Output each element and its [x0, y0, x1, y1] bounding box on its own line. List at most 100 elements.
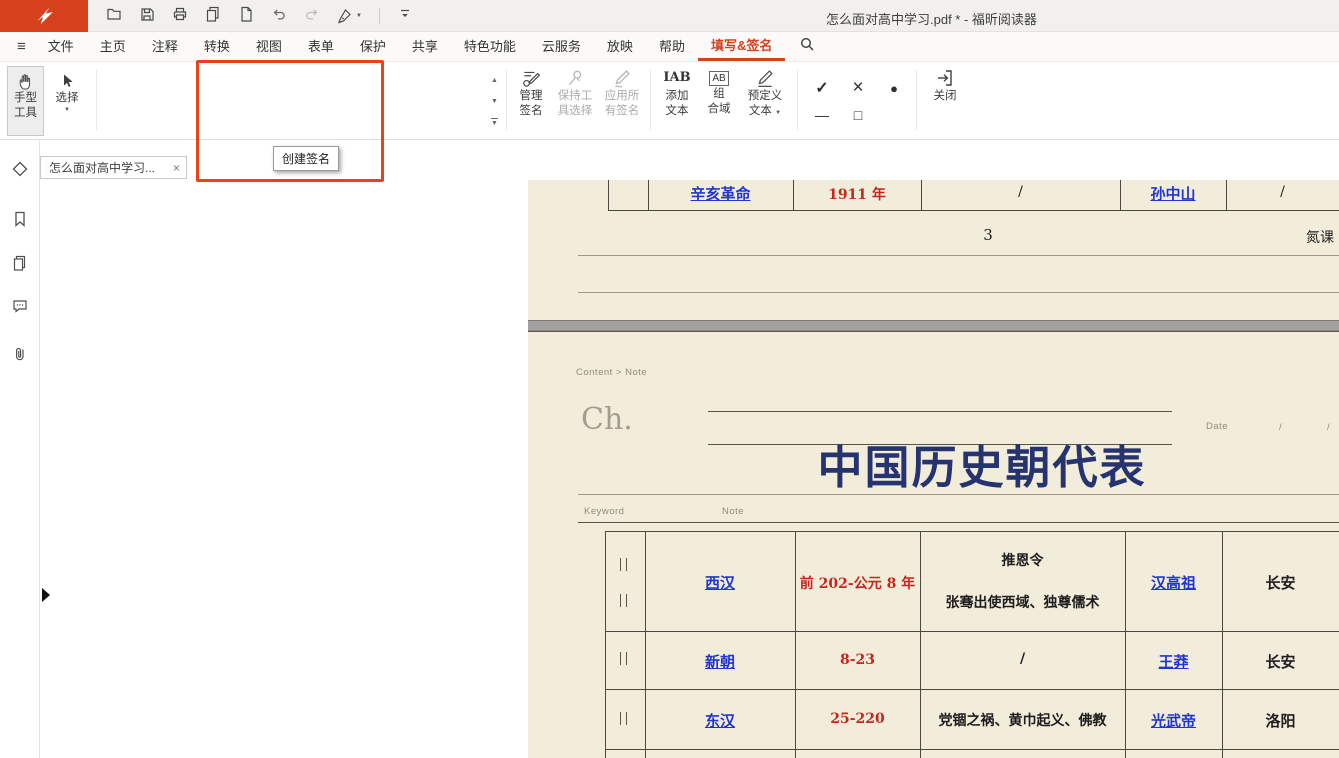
copy-icon	[205, 6, 221, 22]
tab-features[interactable]: 特色功能	[451, 32, 529, 61]
table-row-ruler-link[interactable]: 汉高祖	[1125, 572, 1222, 593]
printer-icon	[172, 6, 188, 22]
line-icon: —	[815, 107, 829, 123]
exit-icon	[935, 68, 955, 88]
select-tool-label: 选择	[56, 92, 79, 105]
doc-link-xinhai[interactable]: 辛亥革命	[648, 183, 793, 204]
save-button[interactable]	[139, 6, 155, 27]
template-chapter-label: Ch.	[581, 402, 633, 437]
tab-close-icon[interactable]: ×	[173, 161, 180, 175]
foxit-logo-icon	[31, 3, 57, 29]
apply-signature-pen-icon	[612, 68, 632, 88]
tab-protect[interactable]: 保护	[347, 32, 399, 61]
table-row-dynasty-link[interactable]: 新朝	[645, 651, 795, 672]
tab-form[interactable]: 表单	[295, 32, 347, 61]
open-file-button[interactable]	[106, 6, 122, 27]
rectangle-icon: □	[854, 107, 862, 123]
eraser-panel-button[interactable]	[11, 160, 29, 178]
predefined-text-button[interactable]: 预定义 文本 ▼	[741, 68, 789, 118]
create-signature-tooltip: 创建签名	[273, 146, 339, 171]
predefined-text-label-1: 预定义	[748, 90, 783, 103]
tab-comment[interactable]: 注释	[139, 32, 191, 61]
grid-line	[608, 180, 609, 210]
margin-mark	[620, 594, 627, 607]
predefined-text-label-2: 文本 ▼	[749, 105, 781, 118]
signature-more-button[interactable]: ▼	[487, 115, 502, 130]
menubar: ≡ 文件 主页 注释 转换 视图 表单 保护 共享 特色功能 云服务 放映 帮助…	[0, 32, 1339, 62]
tab-convert[interactable]: 转换	[191, 32, 243, 61]
rectangle-mark-button[interactable]: □	[844, 103, 872, 127]
signature-scroll-down-button[interactable]: ▼	[487, 94, 502, 109]
tab-share[interactable]: 共享	[399, 32, 451, 61]
keep-tool-selected-button[interactable]: 保持工 具选择	[554, 68, 596, 118]
template-keyword-label: Keyword	[584, 506, 624, 517]
signature-scroll-up-button[interactable]: ▲	[487, 73, 502, 88]
doc-number: 3	[958, 226, 1018, 244]
scroll-down-icon: ▼	[491, 98, 498, 105]
ribbon: 手型 工具 选择 ▼ 福昕 + ▲ ▼ ▼	[0, 62, 1339, 140]
toolbar-collapse-button[interactable]	[397, 6, 413, 27]
table-row-ruler-link[interactable]: 王莽	[1125, 651, 1222, 672]
manage-signature-icon	[521, 68, 541, 88]
tab-help[interactable]: 帮助	[646, 32, 698, 61]
hamburger-menu-icon[interactable]: ≡	[8, 32, 35, 61]
new-document-button[interactable]	[238, 6, 254, 27]
doc-year-1911: 1911 年	[793, 184, 921, 204]
close-fill-sign-button[interactable]: 关闭	[924, 68, 966, 103]
line-mark-button[interactable]: —	[808, 103, 836, 127]
tab-present[interactable]: 放映	[594, 32, 646, 61]
tab-home[interactable]: 主页	[87, 32, 139, 61]
doc-link-sunzhongshan[interactable]: 孙中山	[1120, 183, 1226, 204]
table-line	[605, 749, 1339, 750]
quick-sign-button[interactable]: ▼	[337, 8, 362, 24]
comments-panel-button[interactable]	[11, 297, 29, 315]
margin-mark	[620, 558, 627, 571]
apply-all-signatures-button[interactable]: 应用所 有签名	[599, 68, 645, 118]
bookmarks-panel-button[interactable]	[11, 210, 29, 228]
table-row-capital: 长安	[1222, 651, 1339, 672]
check-mark-button[interactable]: ✓	[808, 76, 836, 100]
quick-access-toolbar: ▼	[106, 8, 413, 24]
table-row-ruler-link[interactable]: 光武帝	[1125, 710, 1222, 731]
search-button[interactable]	[799, 36, 815, 57]
foxit-logo[interactable]	[0, 0, 88, 32]
redo-button[interactable]	[304, 6, 320, 27]
print-button[interactable]	[172, 6, 188, 27]
document-tab-bar: 怎么面对高中学习... ×	[40, 140, 1339, 180]
cross-mark-button[interactable]: ×	[844, 76, 872, 100]
ribbon-separator	[797, 70, 798, 130]
manage-signatures-button[interactable]: 管理 签名	[511, 68, 551, 118]
hand-tool-label-2: 工具	[14, 107, 37, 120]
select-tool-button[interactable]: 选择 ▼	[48, 66, 86, 136]
tab-cloud[interactable]: 云服务	[529, 32, 594, 61]
pages-panel-button[interactable]	[11, 254, 29, 272]
undo-button[interactable]	[271, 6, 287, 27]
table-row-event: 张骞出使西域、独尊儒术	[920, 592, 1125, 612]
redo-icon	[304, 6, 320, 22]
combine-field-button[interactable]: AB 组 合域	[699, 68, 739, 116]
document-tab[interactable]: 怎么面对高中学习... ×	[40, 156, 187, 179]
copy-document-button[interactable]	[205, 6, 221, 27]
table-line	[605, 689, 1339, 690]
add-text-label-1: 添加	[666, 90, 689, 103]
tab-fill-sign[interactable]: 填写&签名	[698, 32, 785, 61]
tab-file[interactable]: 文件	[35, 32, 87, 61]
add-text-button[interactable]: IAB 添加 文本	[657, 68, 697, 118]
pdf-page-1[interactable]: 辛亥革命 1911 年 / 孙中山 / 3 氮课	[528, 180, 1339, 320]
search-icon	[799, 36, 815, 52]
table-row-dynasty-link[interactable]: 西汉	[645, 572, 795, 593]
document-icon	[238, 6, 254, 22]
table-row-event: 推恩令	[920, 550, 1125, 570]
caret-down-icon: ▼	[356, 13, 362, 19]
toolbar-separator	[379, 8, 380, 24]
dot-mark-button[interactable]: ●	[880, 76, 908, 100]
predefined-text-pen-icon	[755, 68, 775, 88]
manage-signatures-label-2: 签名	[520, 105, 543, 118]
pdf-page-2[interactable]: Content > Note Ch. Date / / 中国历史朝代表 Keyw…	[528, 331, 1339, 758]
table-row-period: 8-23	[795, 652, 920, 668]
hand-tool-button[interactable]: 手型 工具	[7, 66, 44, 136]
panel-expand-handle[interactable]	[42, 588, 50, 602]
table-row-dynasty-link[interactable]: 东汉	[645, 710, 795, 731]
attachments-panel-button[interactable]	[11, 345, 29, 363]
tab-view[interactable]: 视图	[243, 32, 295, 61]
